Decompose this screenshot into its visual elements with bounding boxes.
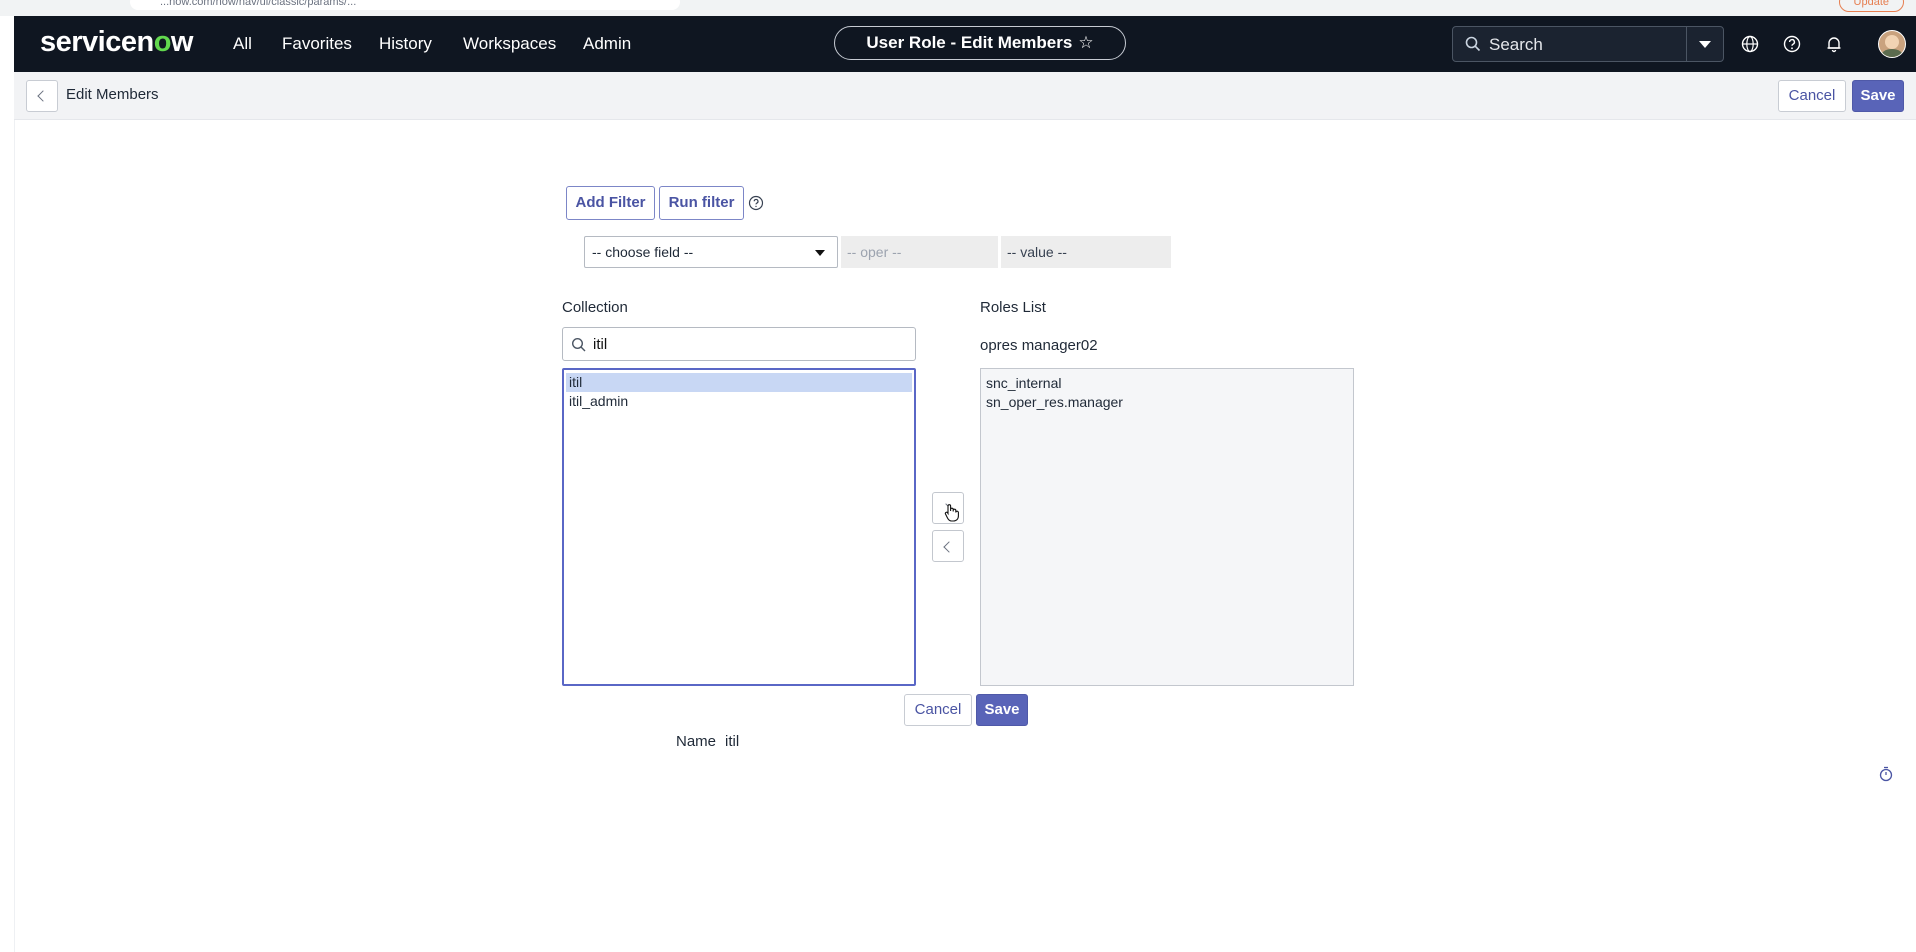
help-icon[interactable] (1782, 34, 1802, 54)
logo-text-prefix: servicen (40, 26, 154, 58)
search-input[interactable]: Search (1489, 35, 1543, 55)
roles-listbox[interactable]: snc_internal sn_oper_res.manager (980, 368, 1354, 686)
global-search[interactable]: Search (1452, 26, 1724, 62)
timer-icon[interactable] (1879, 766, 1893, 782)
avatar-body (1881, 49, 1903, 57)
filter-help-icon[interactable] (748, 195, 764, 211)
list-item[interactable]: sn_oper_res.manager (981, 393, 1353, 412)
roles-user-name: opres manager02 (980, 337, 1098, 354)
roles-list-label: Roles List (980, 299, 1046, 316)
page-title: Edit Members (66, 86, 159, 103)
collection-label: Collection (562, 299, 628, 316)
nav-history[interactable]: History (379, 34, 432, 54)
address-bar[interactable]: ...now.com/now/nav/ui/classic/params/... (130, 0, 680, 10)
logo-text-suffix: w (170, 26, 194, 58)
search-icon (1465, 36, 1481, 52)
browser-update-button[interactable]: Update (1838, 0, 1904, 12)
choose-field-select[interactable]: -- choose field -- (584, 236, 838, 268)
name-label: Name (676, 733, 717, 750)
nav-workspaces[interactable]: Workspaces (463, 34, 556, 54)
context-title-pill[interactable]: User Role - Edit Members ☆ (834, 26, 1126, 60)
servicenow-logo[interactable]: servicenow (40, 26, 193, 59)
nav-admin[interactable]: Admin (583, 34, 631, 54)
list-item[interactable]: itil_admin (564, 392, 914, 411)
top-navigation: servicenow All Favorites History Workspa… (14, 16, 1916, 72)
list-item[interactable]: itil (566, 373, 912, 392)
browser-toolbar: ...now.com/now/nav/ui/classic/params/...… (0, 0, 1916, 17)
search-scope-dropdown[interactable] (1686, 27, 1723, 61)
name-value: itil (725, 733, 740, 750)
bell-icon[interactable] (1824, 34, 1844, 54)
logo-text-o: o (153, 26, 172, 58)
favorite-star-icon[interactable]: ☆ (1078, 33, 1093, 52)
run-filter-button[interactable]: Run filter (659, 186, 744, 220)
header-save-button[interactable]: Save (1852, 80, 1904, 112)
save-button[interactable]: Save (976, 694, 1028, 726)
nav-all[interactable]: All (233, 34, 252, 54)
collection-listbox[interactable]: itil itil_admin (562, 368, 916, 686)
operator-select[interactable]: -- oper -- (841, 236, 998, 268)
nav-favorites[interactable]: Favorites (282, 34, 352, 54)
add-to-list-button[interactable] (932, 492, 964, 524)
user-avatar[interactable] (1878, 30, 1906, 58)
add-filter-button[interactable]: Add Filter (566, 186, 655, 220)
collection-search-field[interactable]: itil (562, 327, 916, 361)
remove-from-list-button[interactable] (932, 530, 964, 562)
header-cancel-button[interactable]: Cancel (1778, 80, 1846, 112)
list-item[interactable]: snc_internal (981, 374, 1353, 393)
collection-search-input[interactable]: itil (593, 336, 607, 353)
form-header: Edit Members Cancel Save (14, 72, 1916, 120)
left-rail (0, 16, 15, 952)
value-field[interactable]: -- value -- (1001, 236, 1171, 268)
context-title: User Role - Edit Members (866, 33, 1073, 52)
globe-icon[interactable] (1740, 34, 1760, 54)
back-button[interactable] (26, 80, 58, 112)
avatar-face (1885, 35, 1899, 49)
chevron-left-icon (943, 541, 955, 553)
cancel-button[interactable]: Cancel (904, 694, 972, 726)
hand-cursor-icon (944, 504, 959, 522)
search-icon (571, 337, 586, 352)
